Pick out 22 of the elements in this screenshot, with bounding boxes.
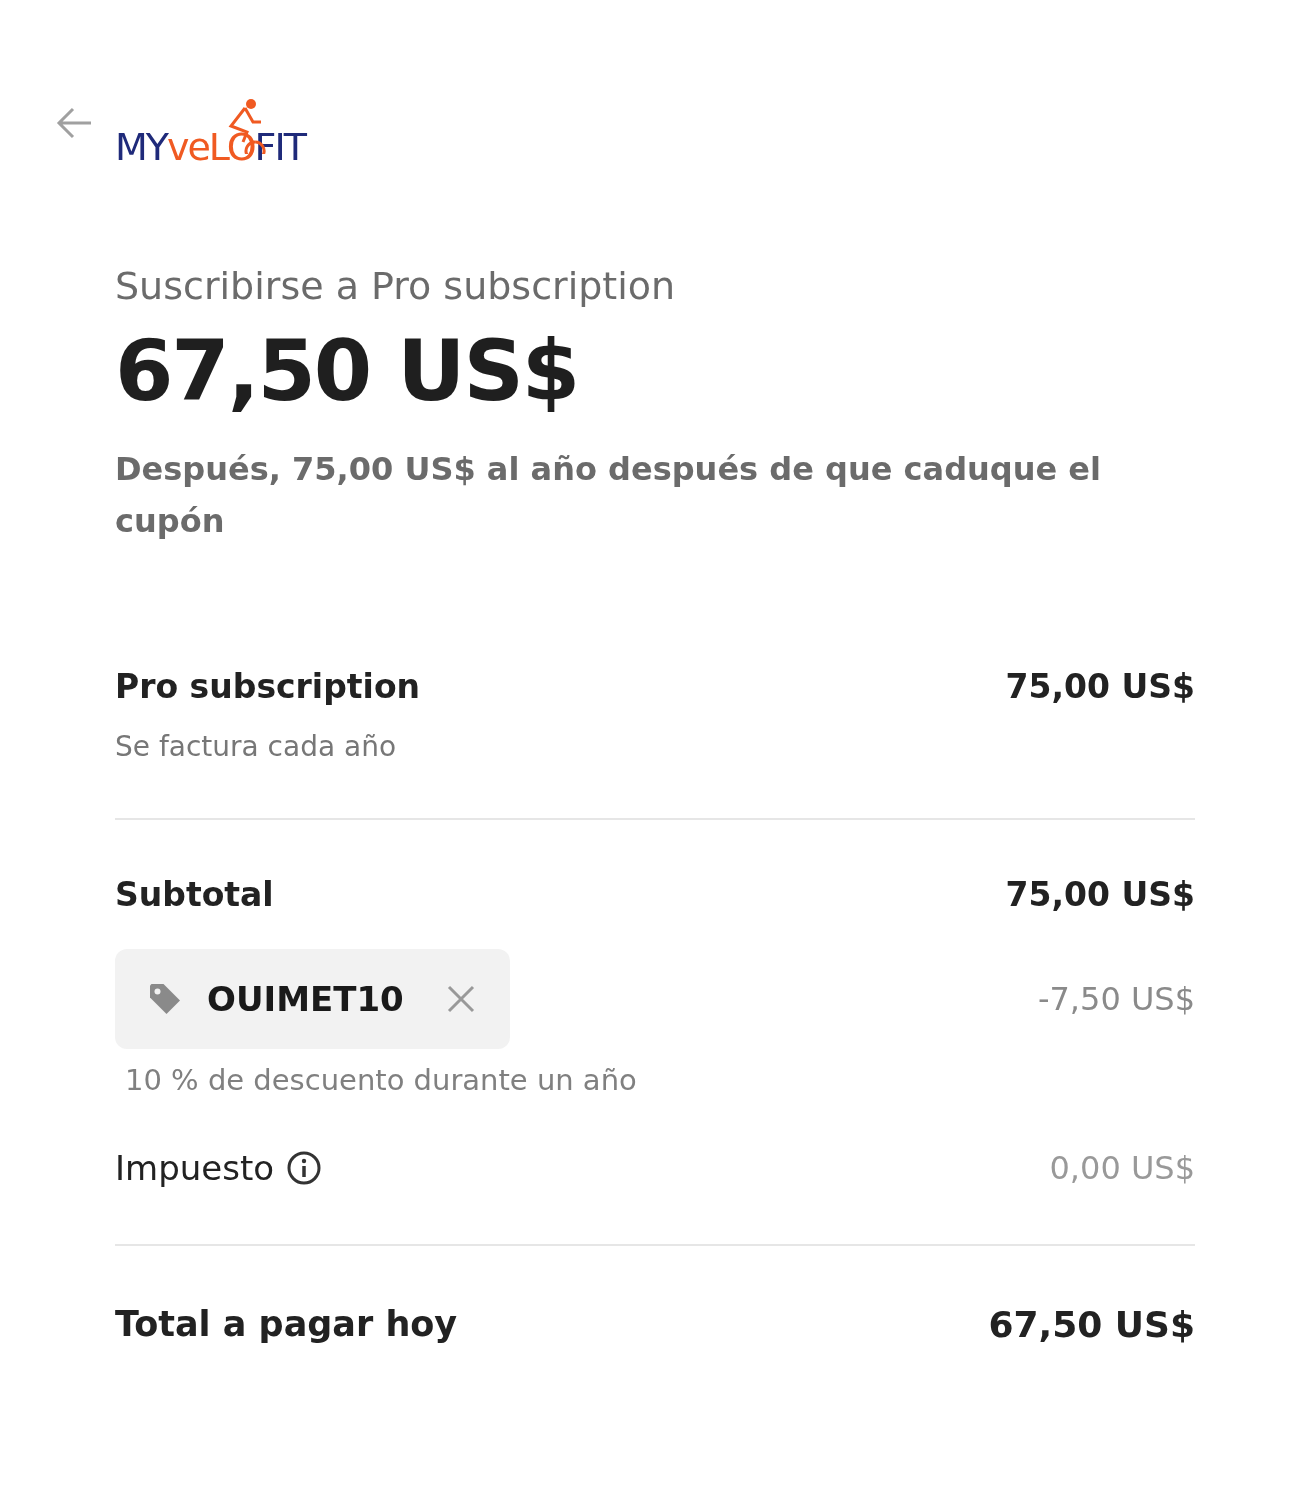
subtotal-amount: 75,00 US$ bbox=[1005, 873, 1195, 916]
tax-amount: 0,00 US$ bbox=[1049, 1148, 1195, 1189]
coupon-code: OUIMET10 bbox=[207, 977, 404, 1021]
subscription-heading: Suscribirse a Pro subscription bbox=[115, 263, 677, 310]
total-label: Total a pagar hoy bbox=[115, 1302, 458, 1346]
tax-label: Impuesto bbox=[115, 1146, 275, 1190]
logo-text: MY bbox=[115, 128, 167, 166]
close-icon bbox=[446, 985, 475, 1013]
subtotal-label: Subtotal bbox=[115, 873, 274, 916]
total-amount: 67,50 US$ bbox=[988, 1302, 1195, 1347]
price: 67,50 US$ bbox=[115, 329, 580, 413]
item-name: Pro subscription bbox=[115, 666, 421, 708]
back-arrow-icon[interactable] bbox=[55, 106, 93, 140]
item-amount: 75,00 US$ bbox=[1005, 666, 1195, 708]
price-note: Después, 75,00 US$ al año después de que caduque el cupón bbox=[115, 449, 1102, 542]
info-icon[interactable] bbox=[286, 1150, 323, 1186]
tag-icon bbox=[147, 981, 183, 1017]
coupon-description: 10 % de descuento durante un año bbox=[125, 1062, 638, 1099]
logo-text: FIT bbox=[254, 128, 305, 166]
discount-amount: -7,50 US$ bbox=[1037, 979, 1195, 1020]
logo-text: veLO bbox=[167, 128, 255, 166]
billing-note: Se factura cada año bbox=[115, 728, 398, 765]
